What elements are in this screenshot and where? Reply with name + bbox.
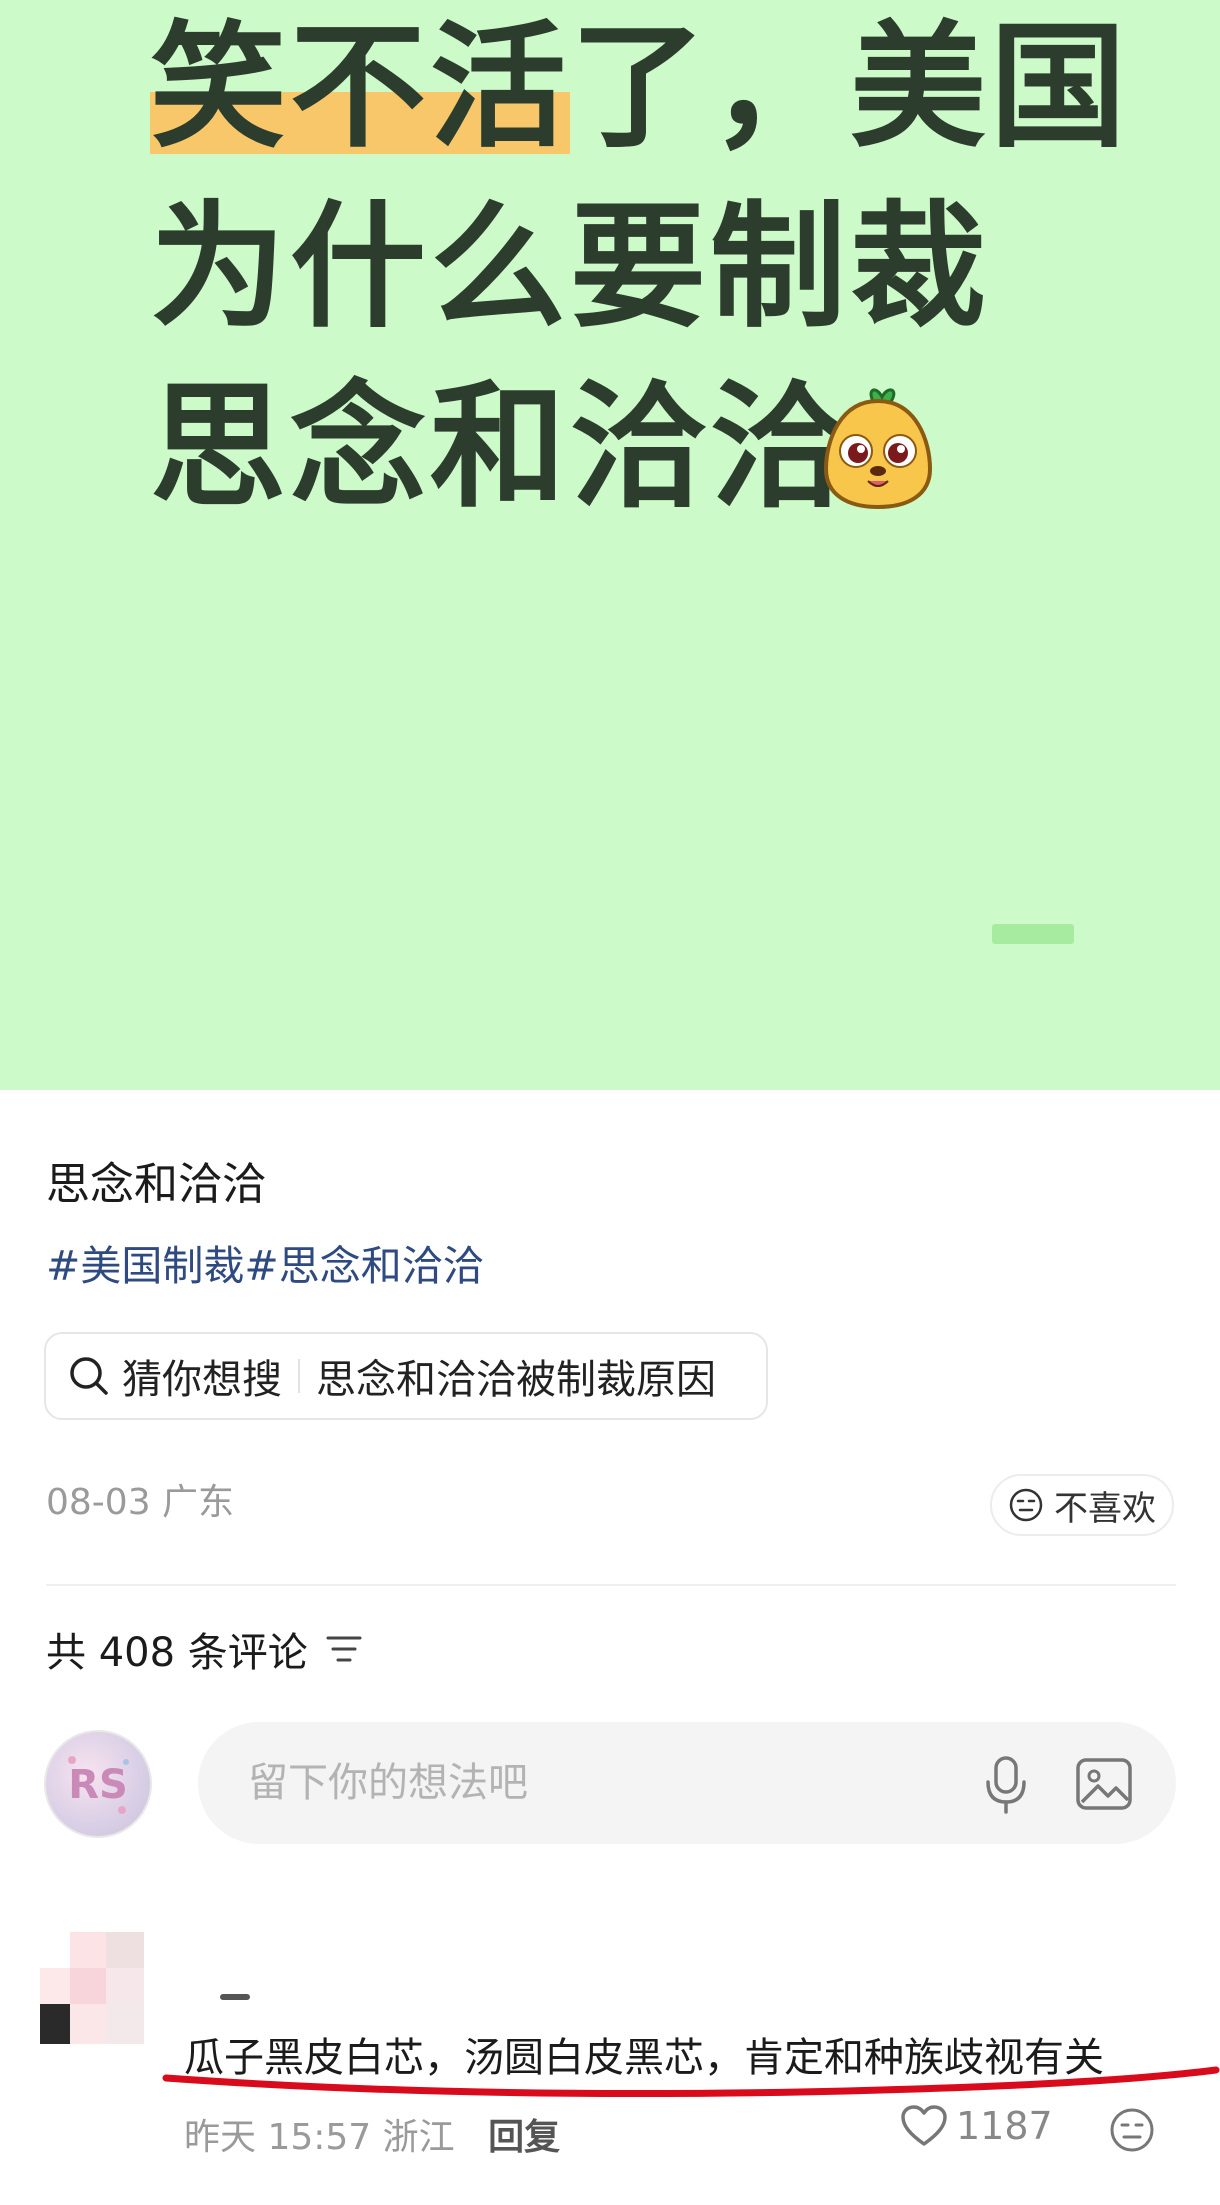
post-image[interactable]: 笑不活了，美国 为什么要制裁 思念和洽洽 [0,0,1220,1090]
dislike-label: 不喜欢 [1054,1488,1156,1529]
post-date-location: 08-03 广东 [46,1482,235,1523]
hero-line-3: 思念和洽洽 [150,369,850,527]
blurred-avatar [40,1932,144,2044]
hero-line-1: 笑不活了，美国 [150,9,1130,167]
commenter-avatar[interactable] [40,1932,144,2044]
post-title: 思念和洽洽 [46,1159,266,1210]
heart-icon [901,2105,947,2146]
sort-icon[interactable] [324,1632,364,1666]
post-tags[interactable]: #美国制裁#思念和洽洽 [46,1232,484,1292]
section-divider [46,1584,1176,1586]
page-indicator[interactable] [992,924,1074,944]
search-icon [70,1357,108,1395]
red-underline-annotation [162,2066,1220,2097]
commenter-name[interactable] [220,1994,250,2000]
like-count: 1187 [956,2104,1053,2148]
microphone-icon[interactable] [978,1754,1034,1814]
comment-time: 昨天 15:57 [184,2117,372,2158]
comment-count: 共 408 条评论 [46,1630,308,1676]
neutral-face-icon [1009,1488,1043,1522]
highlight-mark: 笑不活 [150,9,570,167]
divider [298,1359,300,1393]
guess-query[interactable]: 思念和洽洽被制裁原因 [316,1347,716,1405]
hero-line-2: 为什么要制裁 [150,189,990,347]
comment-location: 浙江 [382,2117,455,2158]
like-button[interactable]: 1187 [900,2104,1053,2148]
neutral-face-icon[interactable] [1108,2106,1156,2154]
comment-meta: 昨天 15:57 浙江 回复 [184,2108,560,2160]
comment-input[interactable] [246,1752,950,1814]
reply-button[interactable]: 回复 [488,2117,560,2158]
mascot-icon [823,388,933,510]
guess-prefix: 猜你想搜 [122,1357,282,1403]
avatar-art-icon: RS [68,1756,129,1814]
image-picker-icon[interactable] [1074,1754,1134,1814]
my-avatar[interactable]: RS [44,1730,152,1838]
svg-text:RS: RS [68,1762,128,1808]
guess-search-box[interactable]: 猜你想搜 思念和洽洽被制裁原因 [44,1332,768,1420]
dislike-button[interactable]: 不喜欢 [990,1474,1174,1536]
comment-input-box[interactable] [198,1722,1176,1844]
comment-count-header: 共 408 条评论 [46,1620,364,1678]
